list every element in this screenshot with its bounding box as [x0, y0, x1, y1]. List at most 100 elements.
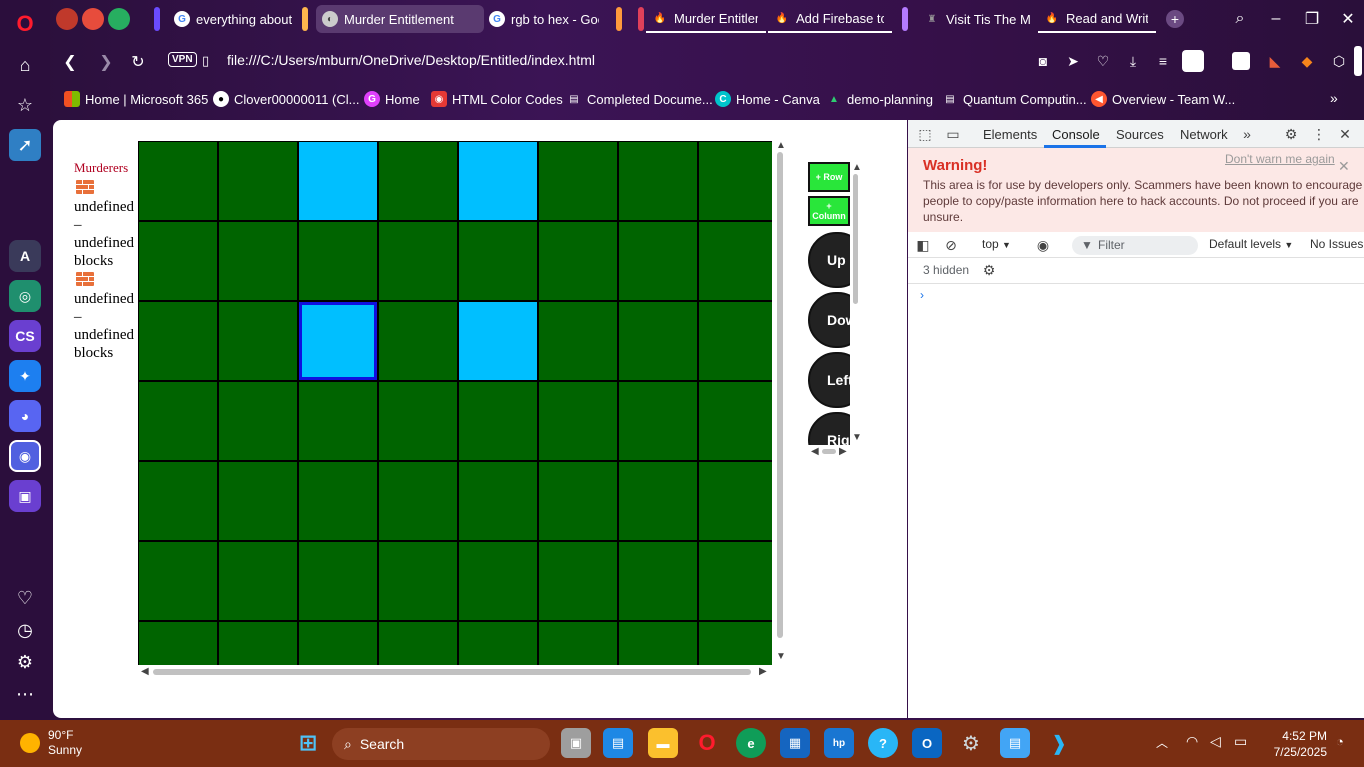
- extensions-icon[interactable]: ⬡: [1328, 50, 1350, 72]
- chatgpt-app-icon[interactable]: ◎: [9, 280, 41, 312]
- new-tab-button[interactable]: +: [1166, 10, 1184, 28]
- grid-cell[interactable]: [699, 382, 772, 460]
- console-prompt[interactable]: ›: [920, 288, 924, 302]
- dont-warn-link[interactable]: Don't warn me again: [1225, 152, 1335, 166]
- scroll-thumb[interactable]: [153, 669, 751, 675]
- issues-label[interactable]: No Issues: [1310, 237, 1363, 251]
- grid-cell[interactable]: [139, 622, 217, 665]
- heart-icon[interactable]: ♡: [1092, 50, 1114, 72]
- grid-cell[interactable]: [219, 142, 297, 220]
- scroll-left-icon[interactable]: ◀: [811, 446, 819, 457]
- tab-sources[interactable]: Sources: [1116, 127, 1164, 142]
- tab-1[interactable]: ◐ Murder Entitlement: [316, 5, 484, 33]
- grid-cell[interactable]: [139, 222, 217, 300]
- grid-cell[interactable]: [219, 622, 297, 665]
- grid-cell[interactable]: [699, 142, 772, 220]
- grid-cell[interactable]: [379, 542, 457, 620]
- grid-cell[interactable]: [539, 542, 617, 620]
- settings-icon[interactable]: ⚙: [1282, 125, 1300, 143]
- bookmark-1[interactable]: ● Clover00000011 (Cl...: [213, 91, 360, 107]
- scroll-left-icon[interactable]: ◀: [141, 666, 149, 677]
- send-icon[interactable]: ➤: [1062, 50, 1084, 72]
- aria-app-icon[interactable]: A: [9, 240, 41, 272]
- scroll-up-icon[interactable]: ▲: [852, 162, 862, 173]
- tab-4[interactable]: 🔥 Add Firebase to y: [768, 5, 892, 33]
- filter-input[interactable]: ▼ Filter: [1072, 236, 1198, 255]
- grid-cell[interactable]: [219, 222, 297, 300]
- close-icon[interactable]: ✕: [1336, 125, 1354, 143]
- vscode-icon[interactable]: ❱: [1044, 728, 1074, 758]
- workspace-3-icon[interactable]: [108, 8, 130, 30]
- discord-app-icon[interactable]: ◕: [9, 400, 41, 432]
- tab-network[interactable]: Network: [1180, 127, 1228, 142]
- bookmark-8[interactable]: ◀ Overview - Team W...: [1091, 91, 1235, 107]
- home-icon[interactable]: ⌂: [9, 49, 41, 81]
- grid-cell[interactable]: [459, 222, 537, 300]
- grid-cell[interactable]: [459, 382, 537, 460]
- grid-cell[interactable]: [379, 382, 457, 460]
- grid-cell[interactable]: [139, 302, 217, 380]
- bookmark-2[interactable]: G Home: [364, 91, 420, 107]
- download-icon[interactable]: ⤓: [1122, 50, 1144, 72]
- grid-cell[interactable]: [539, 622, 617, 665]
- scroll-down-icon[interactable]: ▼: [852, 432, 862, 443]
- player-app-icon[interactable]: ◉: [9, 440, 41, 472]
- grid-cell[interactable]: [459, 462, 537, 540]
- close-window-button[interactable]: ✕: [1334, 6, 1362, 32]
- bookmark-3[interactable]: ◉ HTML Color Codes: [431, 91, 563, 107]
- history-icon[interactable]: ◷: [9, 614, 41, 646]
- add-row-button[interactable]: + Row: [808, 162, 850, 192]
- controls-vertical-scrollbar[interactable]: ▲ ▼: [850, 162, 862, 452]
- search-tabs-icon[interactable]: ⌕: [1226, 6, 1254, 32]
- store-icon[interactable]: ▦: [780, 728, 810, 758]
- more-bookmarks-icon[interactable]: »: [1330, 90, 1338, 106]
- grid-cell[interactable]: [379, 222, 457, 300]
- metamask-icon[interactable]: ◆: [1296, 50, 1318, 72]
- grid-cell[interactable]: [619, 622, 697, 665]
- tab-0[interactable]: G everything about: [168, 5, 310, 33]
- scroll-right-icon[interactable]: ▶: [839, 446, 847, 457]
- up-button[interactable]: Up: [808, 232, 850, 288]
- notification-bell-icon[interactable]: ◔: [1336, 734, 1344, 749]
- minimize-button[interactable]: –: [1262, 6, 1290, 32]
- tab-elements[interactable]: Elements: [983, 127, 1037, 142]
- grid-cell[interactable]: [379, 302, 457, 380]
- grid-cell[interactable]: [619, 302, 697, 380]
- scrollbar-handle[interactable]: [1354, 46, 1362, 76]
- opera-logo-icon[interactable]: O: [9, 8, 41, 40]
- clock[interactable]: 4:52 PM 7/25/2025: [1265, 728, 1327, 760]
- grid-cell[interactable]: [539, 142, 617, 220]
- bookmark-4[interactable]: ▤ Completed Docume...: [566, 91, 712, 107]
- grid-cell[interactable]: [459, 542, 537, 620]
- bookmark-5[interactable]: C Home - Canva: [715, 91, 820, 107]
- grid-horizontal-scrollbar[interactable]: ◀ ▶: [138, 665, 772, 679]
- grid-cell[interactable]: [699, 462, 772, 540]
- edge-icon[interactable]: e: [736, 728, 766, 758]
- scroll-thumb[interactable]: [777, 152, 783, 638]
- grid-cell[interactable]: [379, 462, 457, 540]
- grid-cell[interactable]: [699, 622, 772, 665]
- notepad-icon[interactable]: ▤: [1000, 728, 1030, 758]
- tab-2[interactable]: G rgb to hex - Goo: [483, 5, 607, 33]
- grid-cell[interactable]: [219, 302, 297, 380]
- reload-button[interactable]: ↻: [126, 50, 150, 74]
- help-icon[interactable]: ?: [868, 728, 898, 758]
- bookmark-0[interactable]: Home | Microsoft 365: [64, 91, 208, 107]
- grid-cell[interactable]: [619, 462, 697, 540]
- levels-dropdown[interactable]: Default levels ▼: [1209, 237, 1293, 251]
- settings-icon[interactable]: ⚙: [9, 646, 41, 678]
- profile-icon[interactable]: [1182, 50, 1204, 72]
- tab-5[interactable]: ♜ Visit Tis The Morr: [918, 5, 1038, 33]
- right-button[interactable]: Right: [808, 412, 850, 445]
- wallet-app-icon[interactable]: ▣: [9, 480, 41, 512]
- rocket-icon[interactable]: ➚: [9, 129, 41, 161]
- kebab-menu-icon[interactable]: ⋮: [1310, 125, 1328, 143]
- grid-cell[interactable]: [299, 622, 377, 665]
- bluesky-app-icon[interactable]: ✦: [9, 360, 41, 392]
- grid-cell[interactable]: [619, 142, 697, 220]
- myhp-icon[interactable]: hp: [824, 728, 854, 758]
- grid-cell[interactable]: [459, 622, 537, 665]
- scroll-down-icon[interactable]: ▼: [776, 651, 786, 662]
- opera-taskbar-icon[interactable]: O: [692, 728, 722, 758]
- more-icon[interactable]: ⋯: [9, 678, 41, 710]
